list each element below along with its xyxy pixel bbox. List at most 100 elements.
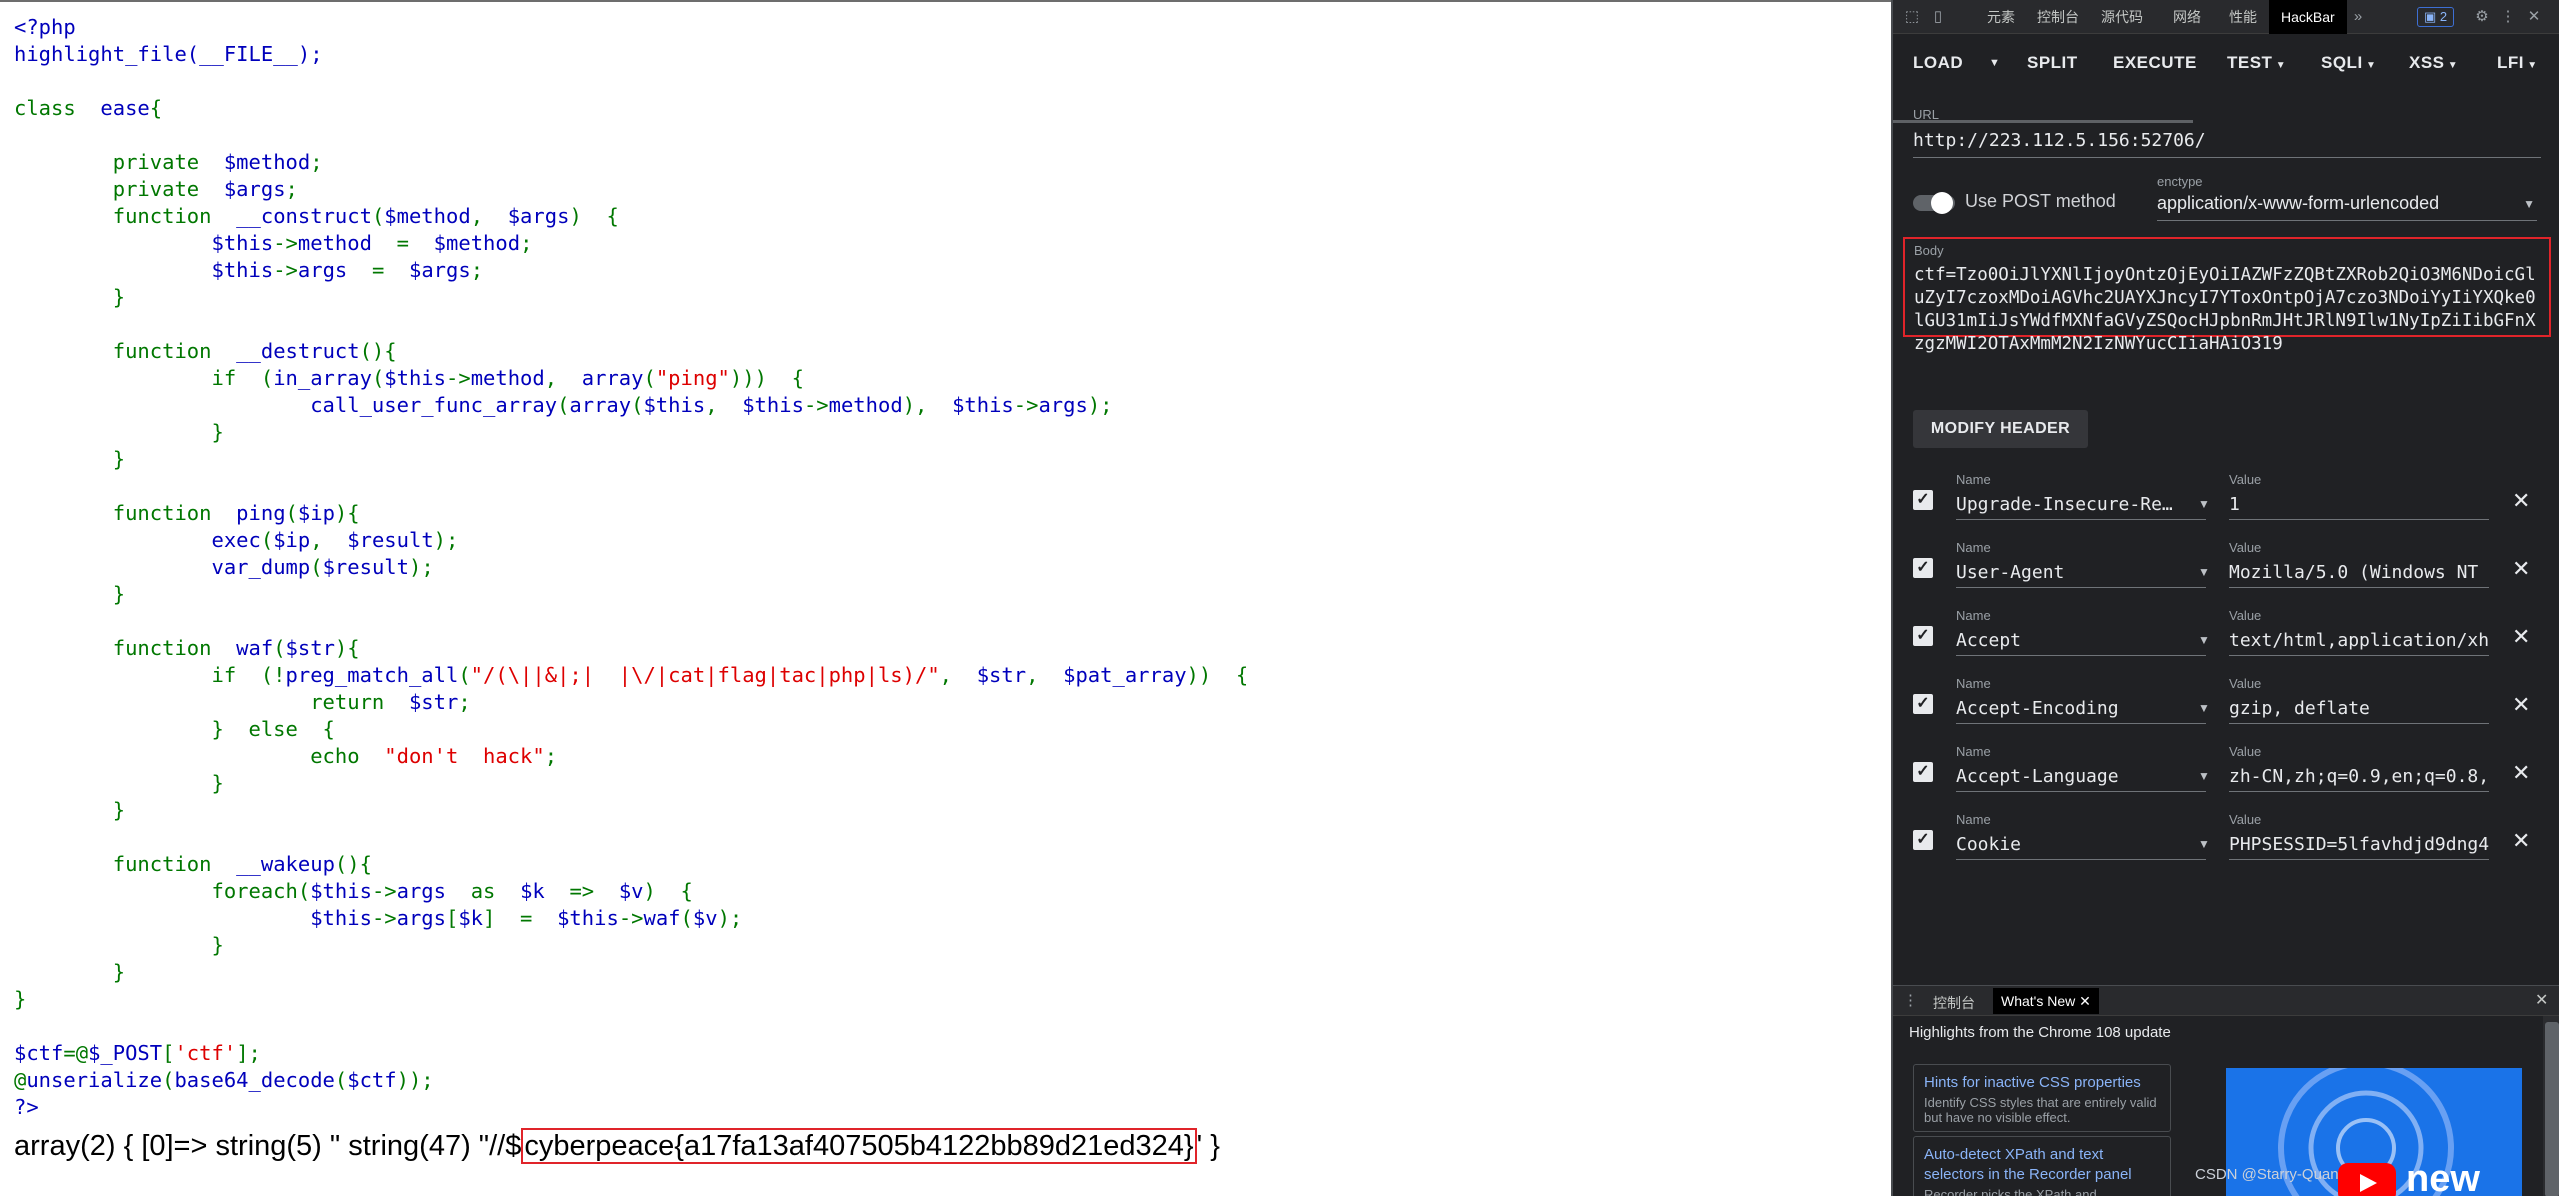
play-button-icon[interactable] <box>2338 1163 2396 1196</box>
code-line: } <box>14 797 1248 824</box>
drawer-tab-console[interactable]: 控制台 <box>1933 993 1975 1013</box>
device-toolbar-icon[interactable]: ▯ <box>1929 8 1947 26</box>
execute-button[interactable]: EXECUTE <box>2113 48 2197 78</box>
code-line: } <box>14 770 1248 797</box>
code-token: if ( <box>14 366 274 390</box>
chevron-down-icon[interactable]: ▼ <box>2198 497 2210 511</box>
lfi-menu[interactable]: LFI ▼ <box>2497 48 2538 78</box>
feature-card[interactable]: Hints for inactive CSS properties Identi… <box>1913 1064 2171 1132</box>
code-token: 'ctf' <box>174 1041 237 1065</box>
url-input[interactable]: http://223.112.5.156:52706/ <box>1913 130 2541 158</box>
tab-hackbar[interactable]: HackBar <box>2269 0 2347 34</box>
code-line: } <box>14 284 1248 311</box>
tab-console[interactable]: 控制台 <box>2037 0 2079 34</box>
code-token: __wakeup <box>236 852 335 876</box>
code-line: function ping($ip){ <box>14 500 1248 527</box>
code-token: -> <box>803 393 829 417</box>
settings-gear-icon[interactable]: ⚙ <box>2473 8 2491 26</box>
post-method-toggle[interactable] <box>1913 192 1957 214</box>
chevron-down-icon[interactable]: ▼ <box>2198 701 2210 715</box>
code-token: = <box>371 258 409 282</box>
remove-header-icon[interactable]: ✕ <box>2512 760 2530 786</box>
header-row: ✓ Name Cookie ▼ Value PHPSESSID=5lfavhdjd9dng… <box>1893 810 2559 876</box>
chevron-down-icon[interactable]: ▼ <box>2198 769 2210 783</box>
header-name-input[interactable]: Upgrade-Insecure-Re… <box>1956 490 2206 520</box>
inspect-element-icon[interactable]: ⬚ <box>1903 8 1921 26</box>
close-drawer-icon[interactable]: ✕ <box>2535 990 2548 1010</box>
header-enabled-checkbox[interactable]: ✓ <box>1913 762 1933 782</box>
header-enabled-checkbox[interactable]: ✓ <box>1913 558 1933 578</box>
header-value-input[interactable]: PHPSESSID=5lfavhdjd9dng4 <box>2229 830 2489 860</box>
code-line: highlight_file(__FILE__); <box>14 41 1248 68</box>
tab-network[interactable]: 网络 <box>2173 0 2201 34</box>
var-dump-output: array(2) { [0]=> string(5) " string(47) … <box>14 1124 1220 1168</box>
code-token: )); <box>396 1068 434 1092</box>
remove-header-icon[interactable]: ✕ <box>2512 488 2530 514</box>
code-token: , <box>470 204 508 228</box>
code-token: (){ <box>334 852 372 876</box>
enctype-label: enctype <box>2157 174 2203 189</box>
code-token: class <box>14 96 101 120</box>
drawer-scrollbar[interactable] <box>2545 1022 2559 1196</box>
sqli-menu[interactable]: SQLI ▼ <box>2321 48 2376 78</box>
header-enabled-checkbox[interactable]: ✓ <box>1913 626 1933 646</box>
header-value-label: Value <box>2229 540 2262 555</box>
load-dropdown-icon[interactable]: ▼ <box>1989 48 2000 78</box>
remove-header-icon[interactable]: ✕ <box>2512 624 2530 650</box>
load-button[interactable]: LOAD <box>1913 48 1963 78</box>
header-name-input[interactable]: Accept-Language <box>1956 762 2206 792</box>
header-name-input[interactable]: User-Agent <box>1956 558 2206 588</box>
feature-card[interactable]: Auto-detect XPath and text selectors in … <box>1913 1136 2171 1196</box>
close-devtools-icon[interactable]: ✕ <box>2525 8 2543 26</box>
header-value-input[interactable]: Mozilla/5.0 (Windows NT <box>2229 558 2489 588</box>
issues-badge[interactable]: ▣ 2 <box>2417 7 2455 27</box>
chevron-down-icon[interactable]: ▼ <box>2198 837 2210 851</box>
code-token: ( <box>334 1068 348 1092</box>
code-token: $ctf <box>14 1041 64 1065</box>
tab-sources[interactable]: 源代码 <box>2101 0 2143 34</box>
header-enabled-checkbox[interactable]: ✓ <box>1913 490 1933 510</box>
header-enabled-checkbox[interactable]: ✓ <box>1913 694 1933 714</box>
drawer-menu-icon[interactable]: ⋮ <box>1903 991 1918 1009</box>
code-token: ( <box>260 528 274 552</box>
enctype-select[interactable]: application/x-www-form-urlencoded ▼ <box>2157 193 2537 221</box>
remove-header-icon[interactable]: ✕ <box>2512 828 2530 854</box>
remove-header-icon[interactable]: ✕ <box>2512 692 2530 718</box>
close-tab-icon[interactable]: ✕ <box>2079 993 2091 1009</box>
drawer-tab-whats-new[interactable]: What's New ✕ <box>1993 988 2099 1014</box>
url-label: URL <box>1913 107 1940 122</box>
tab-elements[interactable]: 元素 <box>1987 0 2015 34</box>
kebab-menu-icon[interactable]: ⋮ <box>2499 8 2517 26</box>
header-value-input[interactable]: 1 <box>2229 490 2489 520</box>
header-name-input[interactable]: Accept <box>1956 626 2206 656</box>
lfi-label: LFI <box>2497 53 2524 72</box>
chevron-down-icon: ▼ <box>2524 60 2538 71</box>
body-textarea[interactable]: ctf=Tzo0OiJlYXNlIjoyOntzOjEyOiIAZWFzZQBt… <box>1914 264 2546 356</box>
xss-menu[interactable]: XSS ▼ <box>2409 48 2458 78</box>
code-token: echo <box>14 744 385 768</box>
split-button[interactable]: SPLIT <box>2027 48 2078 78</box>
header-value-input[interactable]: gzip, deflate <box>2229 694 2489 724</box>
code-token: $this <box>643 393 706 417</box>
header-name-input[interactable]: Cookie <box>1956 830 2206 860</box>
remove-header-icon[interactable]: ✕ <box>2512 556 2530 582</box>
post-method-label: Use POST method <box>1965 191 2116 211</box>
header-value-input[interactable]: zh-CN,zh;q=0.9,en;q=0.8, <box>2229 762 2489 792</box>
header-name-input[interactable]: Accept-Encoding <box>1956 694 2206 724</box>
code-token: ( <box>643 366 656 390</box>
modify-header-button[interactable]: MODIFY HEADER <box>1913 410 2088 448</box>
code-token: $this <box>742 393 804 417</box>
chevron-down-icon[interactable]: ▼ <box>2198 633 2210 647</box>
more-tabs-icon[interactable]: » <box>2349 8 2367 26</box>
chevron-down-icon[interactable]: ▼ <box>2198 565 2210 579</box>
drawer-tab-bar: ⋮ 控制台 What's New ✕ ✕ <box>1893 986 2559 1016</box>
tab-performance[interactable]: 性能 <box>2229 0 2257 34</box>
header-enabled-checkbox[interactable]: ✓ <box>1913 830 1933 850</box>
test-menu[interactable]: TEST ▼ <box>2227 48 2286 78</box>
code-token: { <box>149 96 163 120</box>
code-token: } <box>14 960 126 984</box>
header-value-input[interactable]: text/html,application/xh <box>2229 626 2489 656</box>
issues-icon: ▣ <box>2424 9 2440 24</box>
